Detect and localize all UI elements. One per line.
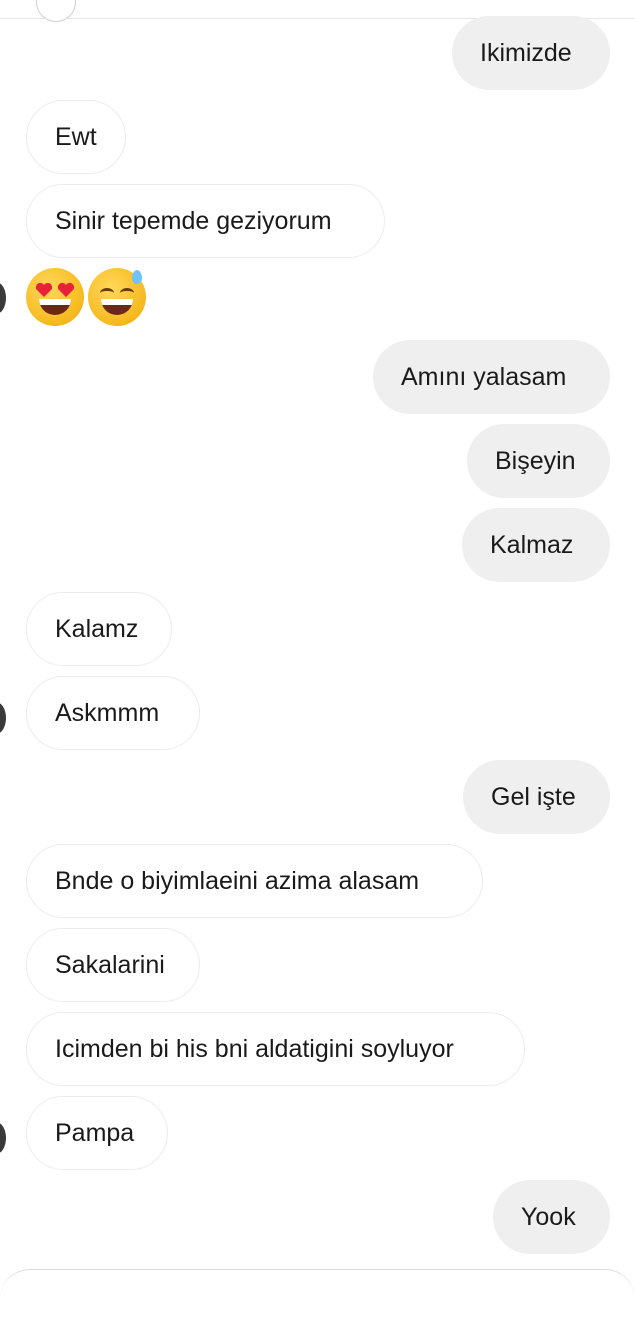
message-text: Sinir tepemde geziyorum xyxy=(55,206,332,235)
message-bubble-incoming[interactable]: Askmmm xyxy=(26,676,200,750)
composer-bar[interactable] xyxy=(0,1269,635,1320)
message-text: Askmmm xyxy=(55,698,160,727)
message-text: Kalamz xyxy=(55,614,139,643)
sender-avatar[interactable] xyxy=(0,702,6,734)
message-bubble-outgoing[interactable]: Bişeyin xyxy=(467,424,610,498)
message-text: Bişeyin xyxy=(495,446,576,475)
message-text: Sakalarini xyxy=(55,950,165,979)
message-text: Bnde o biyimlaeini azima alasam xyxy=(55,866,420,895)
message-text: Gel işte xyxy=(491,782,576,811)
message-text: Ewt xyxy=(55,122,97,151)
message-bubble-incoming[interactable]: Sinir tepemde geziyorum xyxy=(26,184,385,258)
smiling-face-with-heart-eyes-icon xyxy=(26,268,84,326)
message-text: Kalmaz xyxy=(490,530,574,559)
message-bubble-incoming[interactable]: Kalamz xyxy=(26,592,172,666)
message-bubble-incoming[interactable]: Sakalarini xyxy=(26,928,200,1002)
message-bubble-outgoing[interactable]: Amını yalasam xyxy=(373,340,610,414)
grinning-face-with-sweat-icon xyxy=(88,268,146,326)
message-text: Ikimizde xyxy=(480,38,572,67)
sender-avatar[interactable] xyxy=(0,1122,6,1154)
emoji-message[interactable] xyxy=(26,268,146,326)
message-bubble-incoming[interactable]: Icimden bi his bni aldatigini soyluyor xyxy=(26,1012,525,1086)
message-text: Amını yalasam xyxy=(401,362,567,391)
message-bubble-incoming[interactable]: Bnde o biyimlaeini azima alasam xyxy=(26,844,483,918)
sender-avatar[interactable] xyxy=(0,282,6,314)
message-bubble-incoming[interactable]: Pampa xyxy=(26,1096,168,1170)
message-bubble-outgoing[interactable]: Yook xyxy=(493,1180,610,1254)
message-bubble-outgoing[interactable]: Ikimizde xyxy=(452,16,610,90)
message-bubble-incoming[interactable]: Ewt xyxy=(26,100,126,174)
message-bubble-outgoing[interactable]: Gel işte xyxy=(463,760,610,834)
message-bubble-outgoing[interactable]: Kalmaz xyxy=(462,508,610,582)
message-text: Icimden bi his bni aldatigini soyluyor xyxy=(55,1034,454,1063)
message-text: Yook xyxy=(521,1202,576,1231)
message-thread: Ikimizde Ewt Sinir tepemde geziyorum Amı… xyxy=(0,0,635,1280)
message-text: Pampa xyxy=(55,1118,135,1147)
